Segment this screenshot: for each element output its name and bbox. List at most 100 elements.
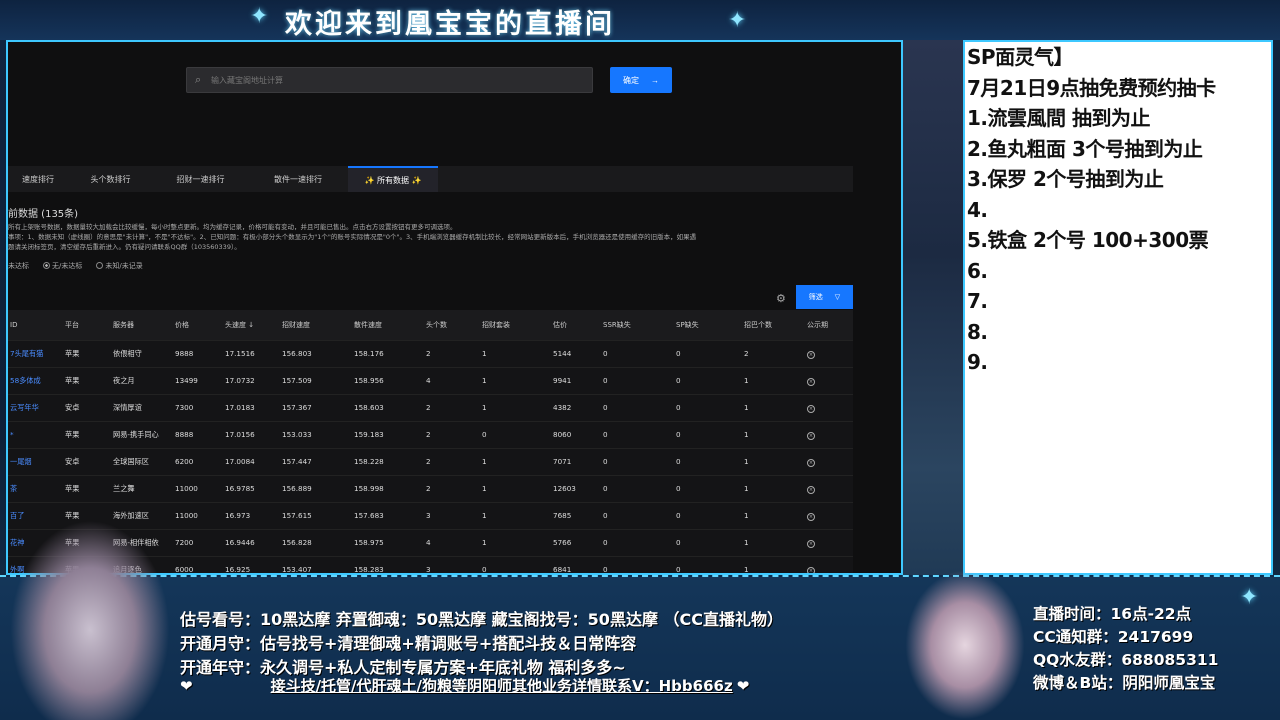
column-header[interactable]: 头速度 ↓ [223,310,280,340]
character-avatar-right [905,570,1025,720]
heart-icon: ❤ [180,677,193,695]
top-banner: 欢迎来到凰宝宝的直播间 ✦ ✦ [0,0,1280,40]
table-cell: × [805,420,853,448]
table-row[interactable]: 58多体成 苹果 夜之月 13499 17.0732 157.509 158.956 4 1 99… [8,366,853,394]
table-cell: 158.283 [352,555,424,573]
table-cell: 5144 [551,339,601,367]
table-cell: 0 [674,555,742,573]
radio-option[interactable]: 未知/未记录 [96,261,143,271]
table-cell: 苹果 [63,339,111,367]
search-input[interactable] [211,71,581,89]
tab-sanjian-rank[interactable]: 散件一速排行 [248,166,348,192]
table-cell: 0 [601,474,674,502]
column-header[interactable]: 公示期 [805,310,853,340]
table-cell: 7300 [173,393,223,421]
table-cell: 159.183 [352,420,424,448]
tab-head-count-rank[interactable]: 头个数排行 [68,166,153,192]
radio-option[interactable]: 未达标 [8,261,29,271]
panel-line: 7. [967,289,988,313]
table-row[interactable]: 一尾烟 安卓 全球国际区 6200 17.0084 157.447 158.228 2 1 707… [8,447,853,475]
table-cell: 157.509 [280,366,352,394]
table-cell: 深情厚谊 [111,393,173,421]
tab-all-data[interactable]: ✨ 所有数据 ✨ [348,166,438,192]
character-strip [903,40,963,575]
butterfly-icon: ✦ [250,4,269,29]
column-header[interactable]: 招巴个数 [742,310,805,340]
account-id-link[interactable]: 58多体成 [8,366,63,394]
close-circle-icon: × [807,566,815,574]
table-cell: 2 [424,339,480,367]
column-header[interactable]: SSR缺失 [601,310,674,340]
table-cell: 6841 [551,555,601,573]
column-header[interactable]: 招财套装 [480,310,551,340]
column-header[interactable]: 头个数 [424,310,480,340]
panel-line: 6. [967,258,988,283]
column-header[interactable]: ID [8,310,63,340]
tab-speed-rank[interactable]: 速度排行 [8,166,68,192]
table-cell: × [805,555,853,574]
column-header[interactable]: 招财速度 [280,310,352,340]
table-row[interactable]: 7头尾有猫 苹果 依偎相守 9888 17.1516 156.803 158.176 2 1 51… [8,339,853,367]
table-cell: 158.998 [352,474,424,502]
confirm-button[interactable]: 确定 → [610,67,672,93]
column-header[interactable]: 服务器 [111,310,173,340]
table-cell: 安卓 [63,447,111,475]
arrow-right-icon: → [651,75,659,85]
table-row[interactable]: * 苹果 网易-携手同心 8888 17.0156 153.033 159.183 2 0 806… [8,420,853,448]
table-cell: × [805,447,853,475]
account-id-link[interactable]: 7头尾有猫 [8,339,63,367]
close-circle-icon: × [807,404,815,413]
table-cell: 1 [480,393,551,421]
table-cell: 1 [742,528,805,556]
gear-icon[interactable]: ⚙ [776,292,786,305]
table-cell: 156.889 [280,474,352,502]
table-row[interactable]: 茶苹果 兰之舞 11000 16.9785 156.889 158.998 2 1 12603 0… [8,474,853,502]
table-cell: 6000 [173,555,223,573]
table-cell: 11000 [173,474,223,502]
table-row[interactable]: 云写年华 安卓 深情厚谊 7300 17.0183 157.367 158.603 2 1 438… [8,393,853,421]
table-cell: 17.0084 [223,447,280,475]
table-cell: 0 [601,339,674,367]
column-header[interactable]: 估价 [551,310,601,340]
table-cell: 1 [742,393,805,421]
close-circle-icon: × [807,377,815,386]
radio-icon [96,262,104,269]
table-cell: × [805,528,853,556]
bottom-info-bar: 估号看号：10黑达摩 弃置御魂：50黑达摩 藏宝阁找号：50黑达摩 （CC直播礼… [0,575,1280,720]
search-box[interactable]: ⌕ [186,67,593,93]
contact-text: 接斗技/托管/代肝魂土/狗粮等阴阳师其他业务详情联系V：Hbb666z [270,677,733,695]
column-header[interactable]: 散件速度 [352,310,424,340]
close-circle-icon: × [807,485,815,494]
table-cell: 8888 [173,420,223,448]
table-cell: 17.1516 [223,339,280,367]
account-id-link[interactable]: 一尾烟 [8,447,63,475]
table-cell: 1 [480,447,551,475]
notice-line: 所有上架账号数据，数据量较大加载会比较缓慢，每小时整点更新。均为缓存记录，价格可… [8,223,457,231]
table-cell: 158.176 [352,339,424,367]
table-cell: 0 [601,447,674,475]
butterfly-icon: ✦ [1240,585,1259,610]
column-header[interactable]: SP缺失 [674,310,742,340]
section-title: 前数据 (135条) [8,209,79,220]
column-header[interactable]: 价格 [173,310,223,340]
account-id-link[interactable]: * [8,420,63,448]
filter-button[interactable]: 筛选 ▽ [796,285,853,309]
tab-zhaocai-rank[interactable]: 招财一速排行 [153,166,248,192]
table-cell: 2 [742,339,805,367]
column-header[interactable]: 平台 [63,310,111,340]
table-cell: 0 [674,339,742,367]
table-cell: 9941 [551,366,601,394]
account-id-link[interactable]: 云写年华 [8,393,63,421]
table-cell: 1 [742,501,805,529]
table-cell: 17.0183 [223,393,280,421]
notice-line: 事项：1、数据未知（虚线圈）的意思是"未计算"，不是"不达标"。2、已知问题：有… [8,233,697,241]
table-cell: 157.615 [280,501,352,529]
table-cell: 158.228 [352,447,424,475]
table-cell: 157.683 [352,501,424,529]
close-circle-icon: × [807,512,815,521]
account-id-link[interactable]: 茶 [8,474,63,502]
radio-option[interactable]: 无/未达标 [43,261,82,271]
table-cell: × [805,474,853,502]
table-cell: 12603 [551,474,601,502]
table-cell: 3 [424,501,480,529]
